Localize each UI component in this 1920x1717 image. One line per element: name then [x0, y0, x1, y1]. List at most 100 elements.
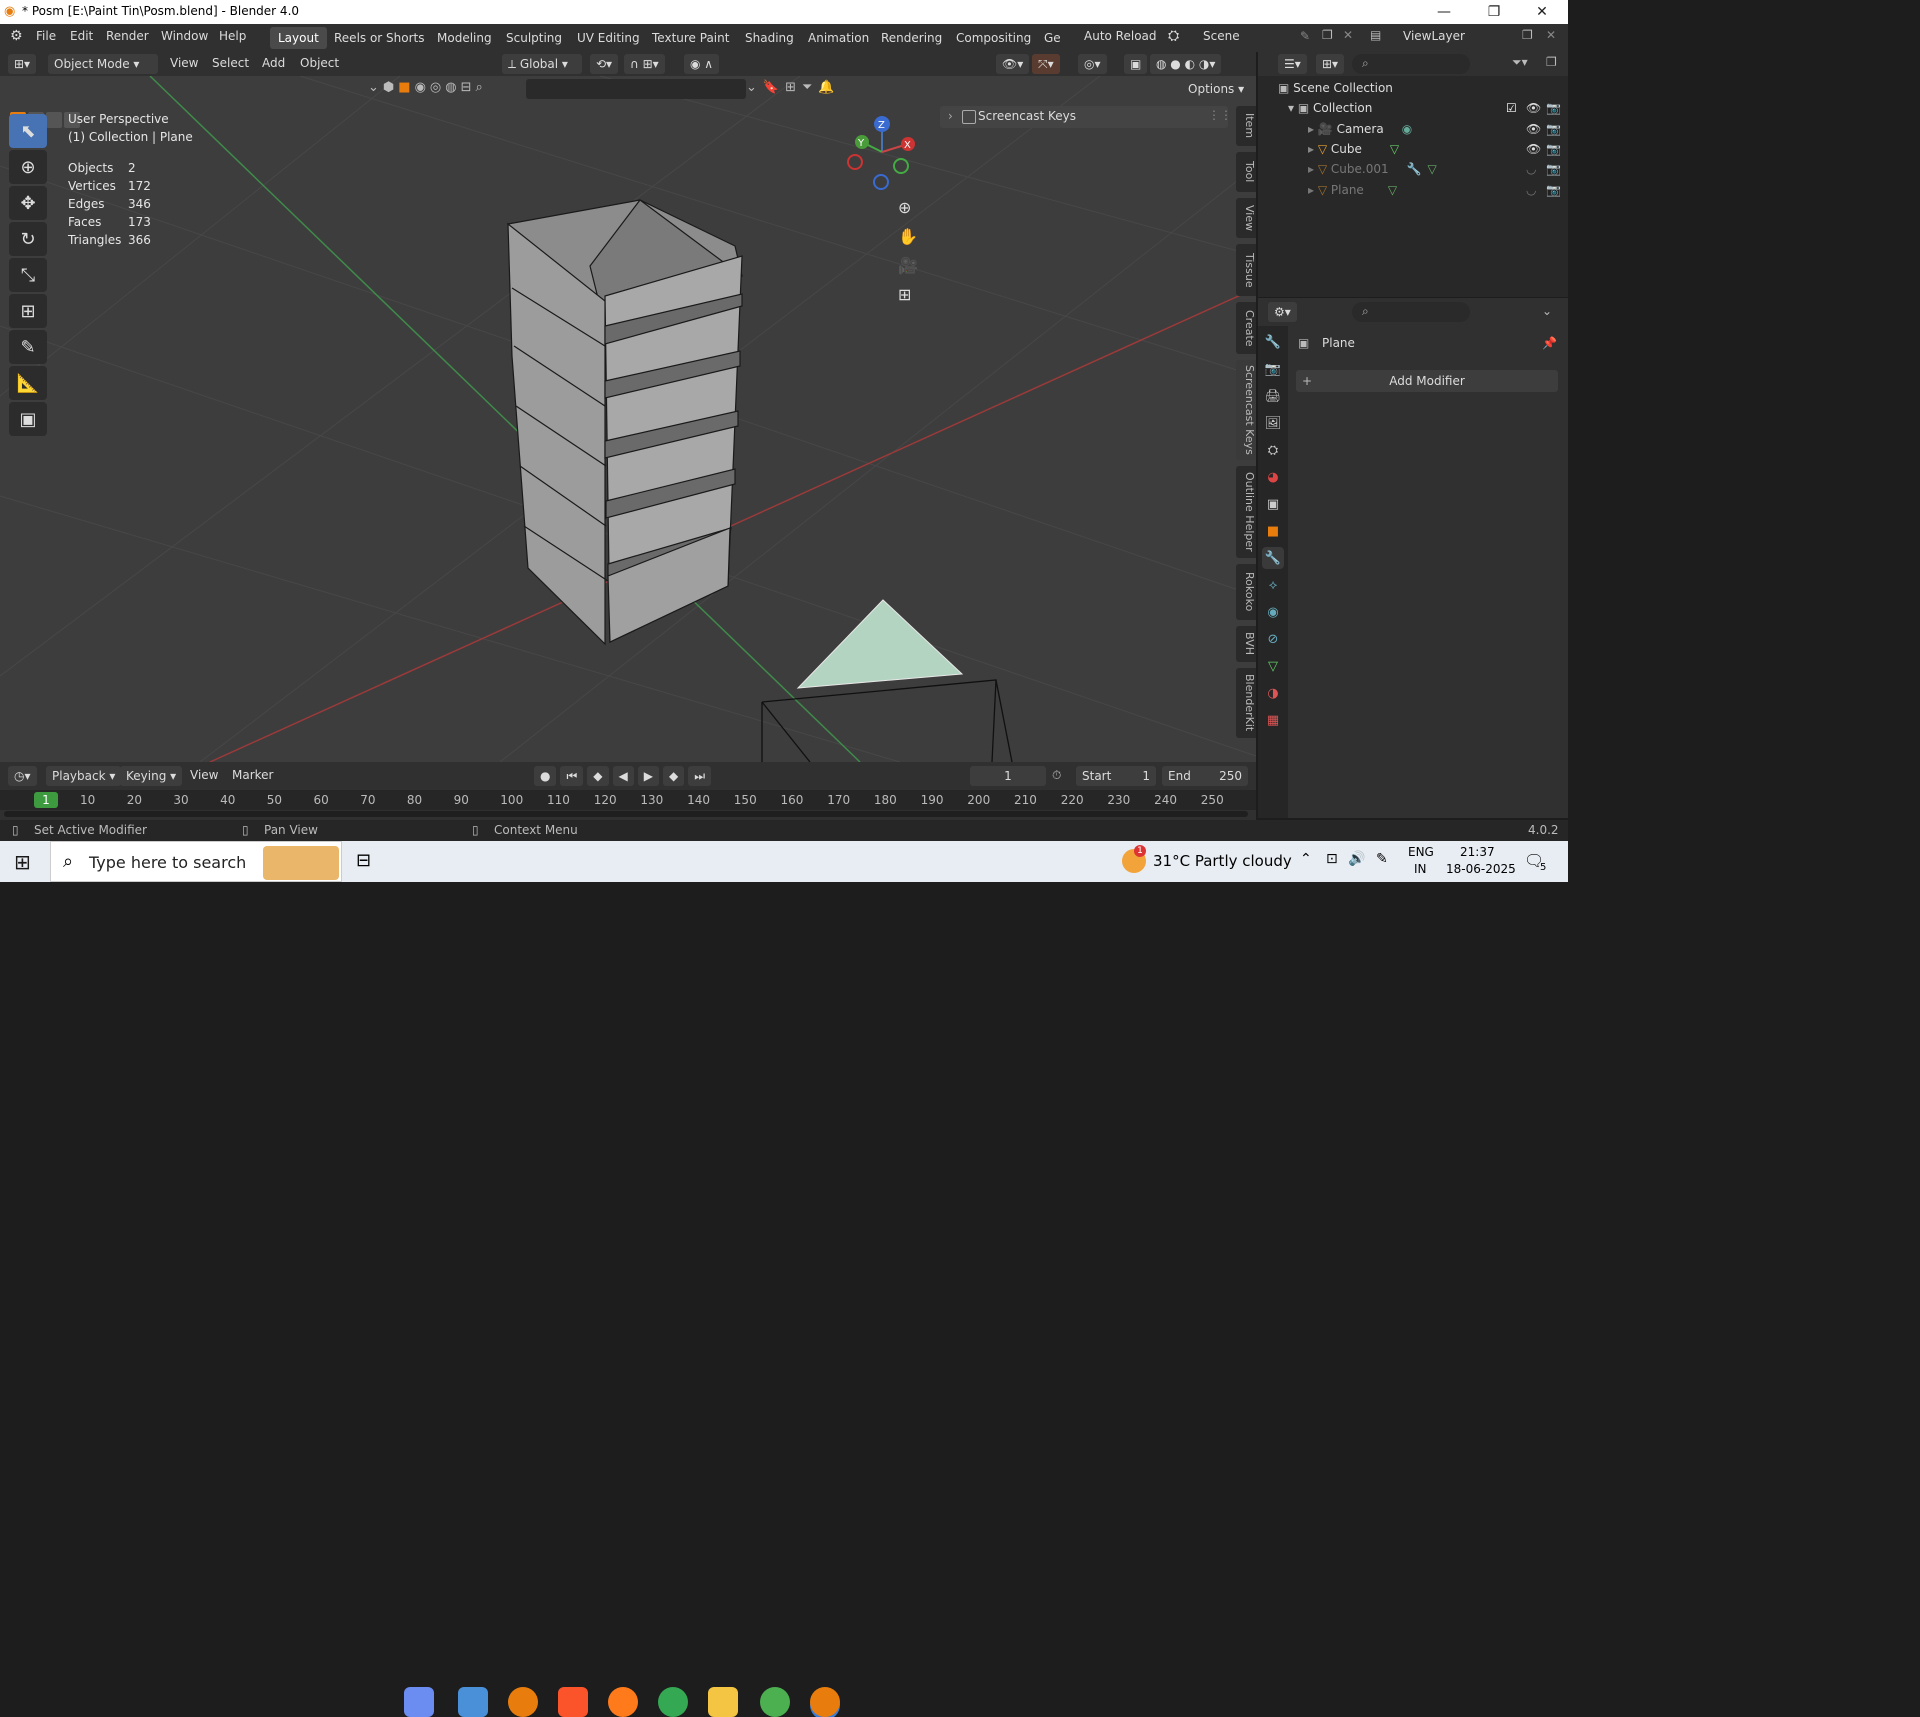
- move-tool-icon[interactable]: ✥: [9, 186, 47, 220]
- expand-icon[interactable]: ▸: [1308, 122, 1318, 136]
- tab-sculpting[interactable]: Sculpting: [498, 27, 570, 49]
- chevron-down-icon[interactable]: ⌄: [1542, 304, 1552, 318]
- object-icon[interactable]: ■: [398, 80, 410, 95]
- view-layer-selector[interactable]: ViewLayer: [1403, 29, 1465, 43]
- eye-icon[interactable]: 👁: [1526, 119, 1541, 139]
- chevron-icon[interactable]: ⌄: [746, 80, 757, 95]
- clock-time[interactable]: 21:37: [1460, 845, 1495, 859]
- region-code[interactable]: IN: [1414, 862, 1427, 876]
- expand-icon[interactable]: ▸: [1308, 142, 1318, 156]
- render-tab-icon[interactable]: 📷: [1262, 358, 1284, 380]
- chevron-up-icon[interactable]: ⌃: [1300, 851, 1312, 867]
- eye-hidden-icon[interactable]: ◡: [1526, 159, 1536, 179]
- screencast-checkbox[interactable]: [962, 110, 976, 124]
- weather-text[interactable]: 31°C Partly cloudy: [1153, 852, 1292, 870]
- zoom-icon[interactable]: ⊕: [898, 198, 918, 217]
- data-tab-icon[interactable]: ▽: [1262, 655, 1284, 677]
- pin-icon[interactable]: ✎: [1300, 29, 1310, 43]
- proportional-edit-icon[interactable]: ◉ ∧: [684, 54, 720, 74]
- utorrent-icon[interactable]: [760, 1687, 790, 1717]
- visibility-icon[interactable]: 👁▾: [996, 54, 1030, 74]
- expand-icon[interactable]: ▸: [1308, 183, 1318, 197]
- pivot-icon[interactable]: ⟲▾: [590, 54, 619, 74]
- expand-icon[interactable]: ▾: [1288, 101, 1298, 115]
- xray-icon[interactable]: ▣: [1124, 54, 1148, 74]
- material-icon[interactable]: ⬢: [383, 80, 394, 95]
- jump-end-icon[interactable]: ⏭: [688, 766, 712, 786]
- checkbox-icon[interactable]: ☑: [1506, 98, 1517, 118]
- viewport-search-input[interactable]: [526, 79, 746, 99]
- file-explorer-icon[interactable]: [708, 1687, 738, 1717]
- grid-view-icon[interactable]: ⊞: [898, 285, 918, 304]
- blender-taskbar-icon[interactable]: [508, 1687, 538, 1717]
- 3d-viewport[interactable]: ⬉ ⊕ ✥ ↻ ⤡ ⊞ ✎ 📐 ▣ ⌄ ⬢ ■ ◉ ◎ ◍ ⊟ ⌕ ⌄ 🔖 ⊞ …: [0, 76, 1256, 762]
- tab-animation[interactable]: Animation: [800, 27, 877, 49]
- pan-hand-icon[interactable]: ✋: [898, 227, 918, 246]
- chevron-right-icon[interactable]: ›: [948, 109, 953, 123]
- solid-icon[interactable]: ◉: [415, 80, 426, 95]
- outliner-item-camera[interactable]: ▸ 🎥 Camera ◉ 👁 📷: [1308, 119, 1561, 139]
- drag-handle-icon[interactable]: ⋮⋮: [1208, 108, 1232, 122]
- menu-window[interactable]: Window: [161, 29, 208, 43]
- timeline-ruler[interactable]: 1 10 20 30 40 50 60 70 80 90 100 110 120 130 140 150 16…: [0, 790, 1256, 810]
- options-dropdown[interactable]: Options ▾: [1182, 79, 1251, 99]
- tab-tissue[interactable]: Tissue: [1236, 244, 1256, 296]
- tab-modeling[interactable]: Modeling: [429, 27, 500, 49]
- tray-app-icon[interactable]: ⊡: [1326, 851, 1338, 867]
- task-view-icon[interactable]: ⊟: [356, 850, 371, 871]
- tab-rendering[interactable]: Rendering: [873, 27, 950, 49]
- menu-help[interactable]: Help: [219, 29, 246, 43]
- gizmo-toggle-icon[interactable]: ⤧▾: [1032, 54, 1060, 74]
- next-keyframe-icon[interactable]: ◆: [663, 766, 685, 786]
- eye-icon[interactable]: 👁: [1526, 139, 1541, 159]
- tab-reels-or-shorts[interactable]: Reels or Shorts: [326, 27, 433, 49]
- filter-icon[interactable]: ⏷: [802, 80, 812, 95]
- menu-select[interactable]: Select: [212, 56, 249, 70]
- transform-tool-icon[interactable]: ⊞: [9, 294, 47, 328]
- tab-layout[interactable]: Layout: [270, 27, 327, 49]
- select-box-tool-icon[interactable]: ⬉: [9, 114, 47, 148]
- view-layer-icon[interactable]: ▤: [1370, 28, 1381, 42]
- outliner-item-plane[interactable]: ▸ ▽ Plane ▽ ◡ 📷: [1308, 180, 1561, 200]
- tab-item[interactable]: Item: [1236, 106, 1256, 146]
- tab-create[interactable]: Create: [1236, 302, 1256, 354]
- outliner-display-icon[interactable]: ⊞▾: [1316, 54, 1345, 74]
- close-button[interactable]: ✕: [1518, 0, 1566, 24]
- annotate-tool-icon[interactable]: ✎: [9, 330, 47, 364]
- tab-screencast-keys[interactable]: Screencast Keys: [1236, 360, 1256, 460]
- eye-hidden-icon[interactable]: ◡: [1526, 180, 1536, 200]
- eye-icon[interactable]: 👁: [1526, 98, 1541, 118]
- tool-tab-icon[interactable]: 🔧: [1262, 331, 1284, 353]
- windows-start-icon[interactable]: ⊞: [14, 850, 31, 874]
- select-subtract-icon[interactable]: [46, 112, 62, 128]
- copilot-icon[interactable]: [404, 1687, 434, 1717]
- material-tab-icon[interactable]: ◑: [1262, 682, 1284, 704]
- screencast-keys-panel[interactable]: › Screencast Keys ⋮⋮: [940, 106, 1232, 128]
- add-modifier-button[interactable]: + Add Modifier: [1296, 370, 1558, 392]
- measure-tool-icon[interactable]: 📐: [9, 366, 47, 400]
- properties-editor-icon[interactable]: ⚙▾: [1268, 302, 1297, 322]
- tab-outline-helper[interactable]: Outline Helper: [1236, 466, 1256, 558]
- playhead-frame[interactable]: 1: [34, 792, 58, 808]
- tab-bvh[interactable]: BVH: [1236, 626, 1256, 662]
- outliner-editor-icon[interactable]: ☰▾: [1278, 54, 1307, 74]
- tab-tool[interactable]: Tool: [1236, 152, 1256, 192]
- blender-active-icon[interactable]: [810, 1687, 840, 1717]
- bake-icon[interactable]: ⊟: [461, 80, 472, 95]
- properties-search-input[interactable]: [1352, 302, 1470, 322]
- outliner-search-input[interactable]: [1352, 54, 1470, 74]
- orientation-dropdown[interactable]: ⟂ Global ▾: [502, 54, 582, 74]
- end-frame-field[interactable]: End 250: [1162, 766, 1248, 786]
- render-camera-icon[interactable]: 📷: [1546, 139, 1561, 159]
- rotate-tool-icon[interactable]: ↻: [9, 222, 47, 256]
- expand-icon[interactable]: ▸: [1308, 162, 1318, 176]
- viewport-filter-icons[interactable]: ⌄ 🔖 ⊞ ⏷ 🔔: [746, 80, 835, 95]
- chrome-icon[interactable]: [658, 1687, 688, 1717]
- pin-icon[interactable]: 📌: [1542, 336, 1557, 350]
- render-camera-icon[interactable]: 📷: [1546, 159, 1561, 179]
- taskbar-search-box[interactable]: ⌕ Type here to search: [50, 841, 342, 882]
- current-frame-field[interactable]: 1: [970, 766, 1046, 786]
- jump-start-icon[interactable]: ⏮: [560, 766, 584, 786]
- pen-icon[interactable]: ✎: [1376, 851, 1388, 867]
- new-view-layer-icon[interactable]: ❐: [1522, 28, 1533, 42]
